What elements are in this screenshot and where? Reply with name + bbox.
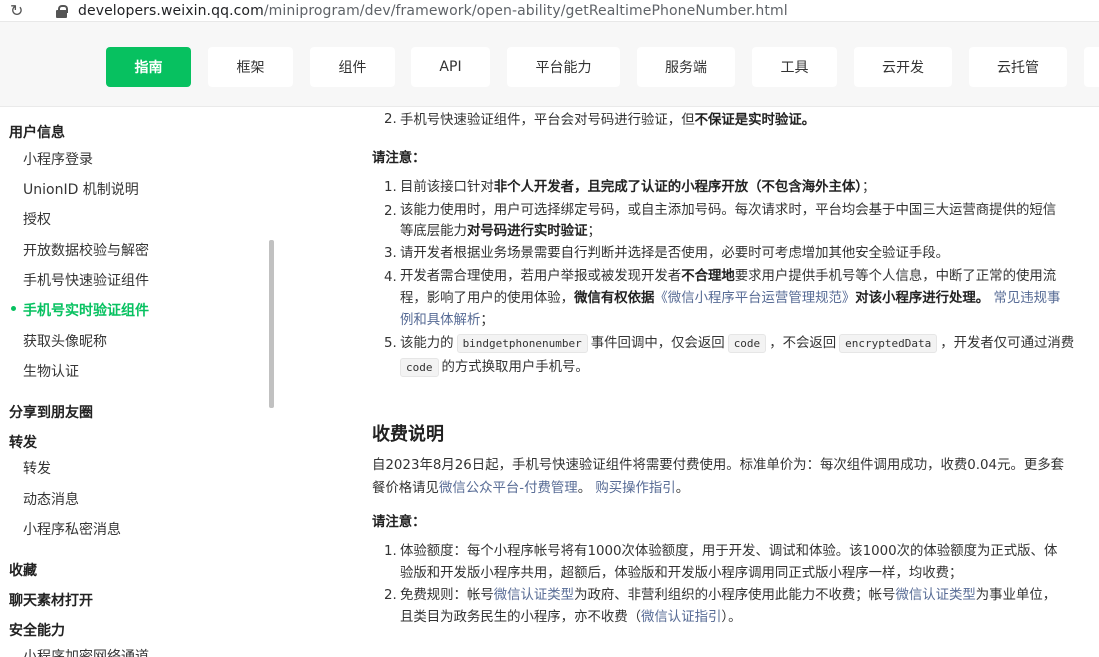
sidebar-item-private-msg[interactable]: 小程序私密消息 [23, 519, 121, 539]
tab-tools[interactable]: 工具 [752, 47, 837, 87]
sidebar: 用户信息 小程序登录 UnionID 机制说明 授权 开放数据校验与解密 手机号… [0, 108, 276, 657]
list-item: 手机号快速验证组件，平台会对号码进行验证，但不保证是实时验证。 [400, 113, 816, 128]
sidebar-section-security[interactable]: 安全能力 [9, 620, 65, 640]
tab-components[interactable]: 组件 [310, 47, 395, 87]
code-encrypteddata: encryptedData [839, 334, 938, 353]
fee-paragraph-continued: 餐价格请见微信公众平台-付费管理。 购买操作指引。 [372, 481, 690, 496]
tab-framework[interactable]: 框架 [208, 47, 293, 87]
url-text[interactable]: developers.weixin.qq.com/miniprogram/dev… [78, 3, 788, 19]
sidebar-item-auth[interactable]: 授权 [23, 209, 51, 229]
link-violation-cases[interactable]: 常见违规事 [993, 291, 1060, 306]
list-number: 5. [384, 336, 397, 351]
tab-more[interactable] [1084, 47, 1099, 87]
list-number: 2. [384, 204, 397, 219]
note-label: 请注意： [372, 515, 426, 530]
active-dot-icon [11, 306, 16, 311]
tab-cloud-dev[interactable]: 云开发 [854, 47, 952, 87]
link-purchase-guide[interactable]: 购买操作指引 [595, 481, 675, 496]
tab-cloud-hosting[interactable]: 云托管 [969, 47, 1067, 87]
sidebar-item-forward[interactable]: 转发 [23, 458, 51, 478]
list-item: 该能力使用时，用户可选择绑定号码，或自主添加号码。每次请求时，平台均会基于中国三… [400, 203, 1057, 218]
list-item-continued: 且类目为政务民生的小程序，亦不收费（微信认证指引）。 [400, 610, 742, 625]
fee-paragraph: 自2023年8月26日起，手机号快速验证组件将需要付费使用。标准单价为：每次组件… [372, 458, 1065, 473]
list-item: 目前该接口针对非个人开发者，且完成了认证的小程序开放（不包含海外主体）； [400, 180, 876, 195]
list-item-continued: 程，影响了用户的使用体验，微信有权依据《微信小程序平台运营管理规范》对该小程序进… [400, 291, 1061, 306]
sidebar-item-biometric[interactable]: 生物认证 [23, 361, 79, 381]
reload-icon[interactable]: ↻ [10, 2, 30, 19]
url-path: /miniprogram/dev/framework/open-ability/… [263, 2, 788, 19]
fee-section-title: 收费说明 [372, 424, 444, 445]
top-nav: 指南 框架 组件 API 平台能力 服务端 工具 云开发 云托管 [0, 22, 1099, 107]
sidebar-section-share[interactable]: 分享到朋友圈 [9, 402, 93, 422]
list-item-continued: 例和具体解析； [400, 313, 494, 328]
sidebar-section-favorite[interactable]: 收藏 [9, 560, 37, 580]
tab-platform[interactable]: 平台能力 [507, 47, 620, 87]
link-violation-cases-2[interactable]: 例和具体解析 [400, 313, 480, 328]
sidebar-item-phone-realtime[interactable]: 手机号实时验证组件 [23, 300, 149, 320]
tab-guide[interactable]: 指南 [106, 47, 191, 87]
list-item-continued: 等底层能力对号码进行实时验证； [400, 224, 601, 239]
sidebar-item-encrypted-channel[interactable]: 小程序加密网络通道 [23, 646, 149, 657]
sidebar-scrollbar[interactable] [269, 240, 274, 408]
code-bindgetphonenumber: bindgetphonenumber [456, 334, 588, 353]
url-host: developers.weixin.qq.com [78, 2, 264, 19]
sidebar-item-phone-fast[interactable]: 手机号快速验证组件 [23, 270, 149, 290]
sidebar-section-user-info[interactable]: 用户信息 [9, 122, 65, 142]
main-content: 2. 手机号快速验证组件，平台会对号码进行验证，但不保证是实时验证。 请注意： … [276, 108, 1099, 657]
list-number: 4. [384, 270, 397, 285]
link-payment-management[interactable]: 微信公众平台-付费管理 [439, 481, 578, 496]
link-operation-rules[interactable]: 《微信小程序平台运营管理规范》 [654, 291, 855, 306]
list-number: 2. [384, 112, 397, 127]
link-cert-guide[interactable]: 微信认证指引 [641, 610, 721, 625]
link-cert-type-2[interactable]: 微信认证类型 [895, 588, 975, 603]
sidebar-item-open-data[interactable]: 开放数据校验与解密 [23, 240, 149, 260]
list-item: 体验额度：每个小程序帐号将有1000次体验额度，用于开发、调试和体验。该1000… [400, 544, 1058, 559]
list-item-continued: code 的方式换取用户手机号。 [400, 358, 589, 378]
list-number: 1. [384, 180, 397, 195]
sidebar-item-unionid[interactable]: UnionID 机制说明 [23, 179, 139, 199]
list-item-continued: 验版和开发版小程序共用，超额后，体验版和开发版小程序调用同正式版小程序一样，均收… [400, 566, 963, 581]
sidebar-section-chat-material[interactable]: 聊天素材打开 [9, 590, 93, 610]
list-item: 免费规则：帐号微信认证类型为政府、非营利组织的小程序使用此能力不收费；帐号微信认… [400, 588, 1057, 603]
sidebar-item-dynamic-msg[interactable]: 动态消息 [23, 489, 79, 509]
list-number: 3. [384, 246, 397, 261]
note-label: 请注意： [372, 151, 426, 166]
code-code-2: code [400, 358, 439, 377]
code-code: code [727, 334, 767, 353]
sidebar-item-login[interactable]: 小程序登录 [23, 149, 93, 169]
link-cert-type[interactable]: 微信认证类型 [494, 588, 574, 603]
sidebar-section-forward[interactable]: 转发 [9, 432, 37, 452]
list-number: 1. [384, 544, 397, 559]
tab-api[interactable]: API [411, 47, 490, 87]
list-item: 开发者需合理使用，若用户举报或被发现开发者不合理地要求用户提供手机号等个人信息，… [400, 269, 1057, 284]
list-number: 2. [384, 588, 397, 603]
lock-icon[interactable] [56, 4, 68, 18]
list-item: 请开发者根据业务场景需要自行判断并选择是否使用，必要时可考虑增加其他安全验证手段… [400, 246, 950, 261]
address-bar[interactable]: ↻ developers.weixin.qq.com/miniprogram/d… [0, 0, 1099, 22]
sidebar-item-avatar[interactable]: 获取头像昵称 [23, 331, 107, 351]
list-item: 该能力的 bindgetphonenumber 事件回调中，仅会返回 code ，不会返… [400, 334, 1075, 353]
tab-server[interactable]: 服务端 [637, 47, 735, 87]
